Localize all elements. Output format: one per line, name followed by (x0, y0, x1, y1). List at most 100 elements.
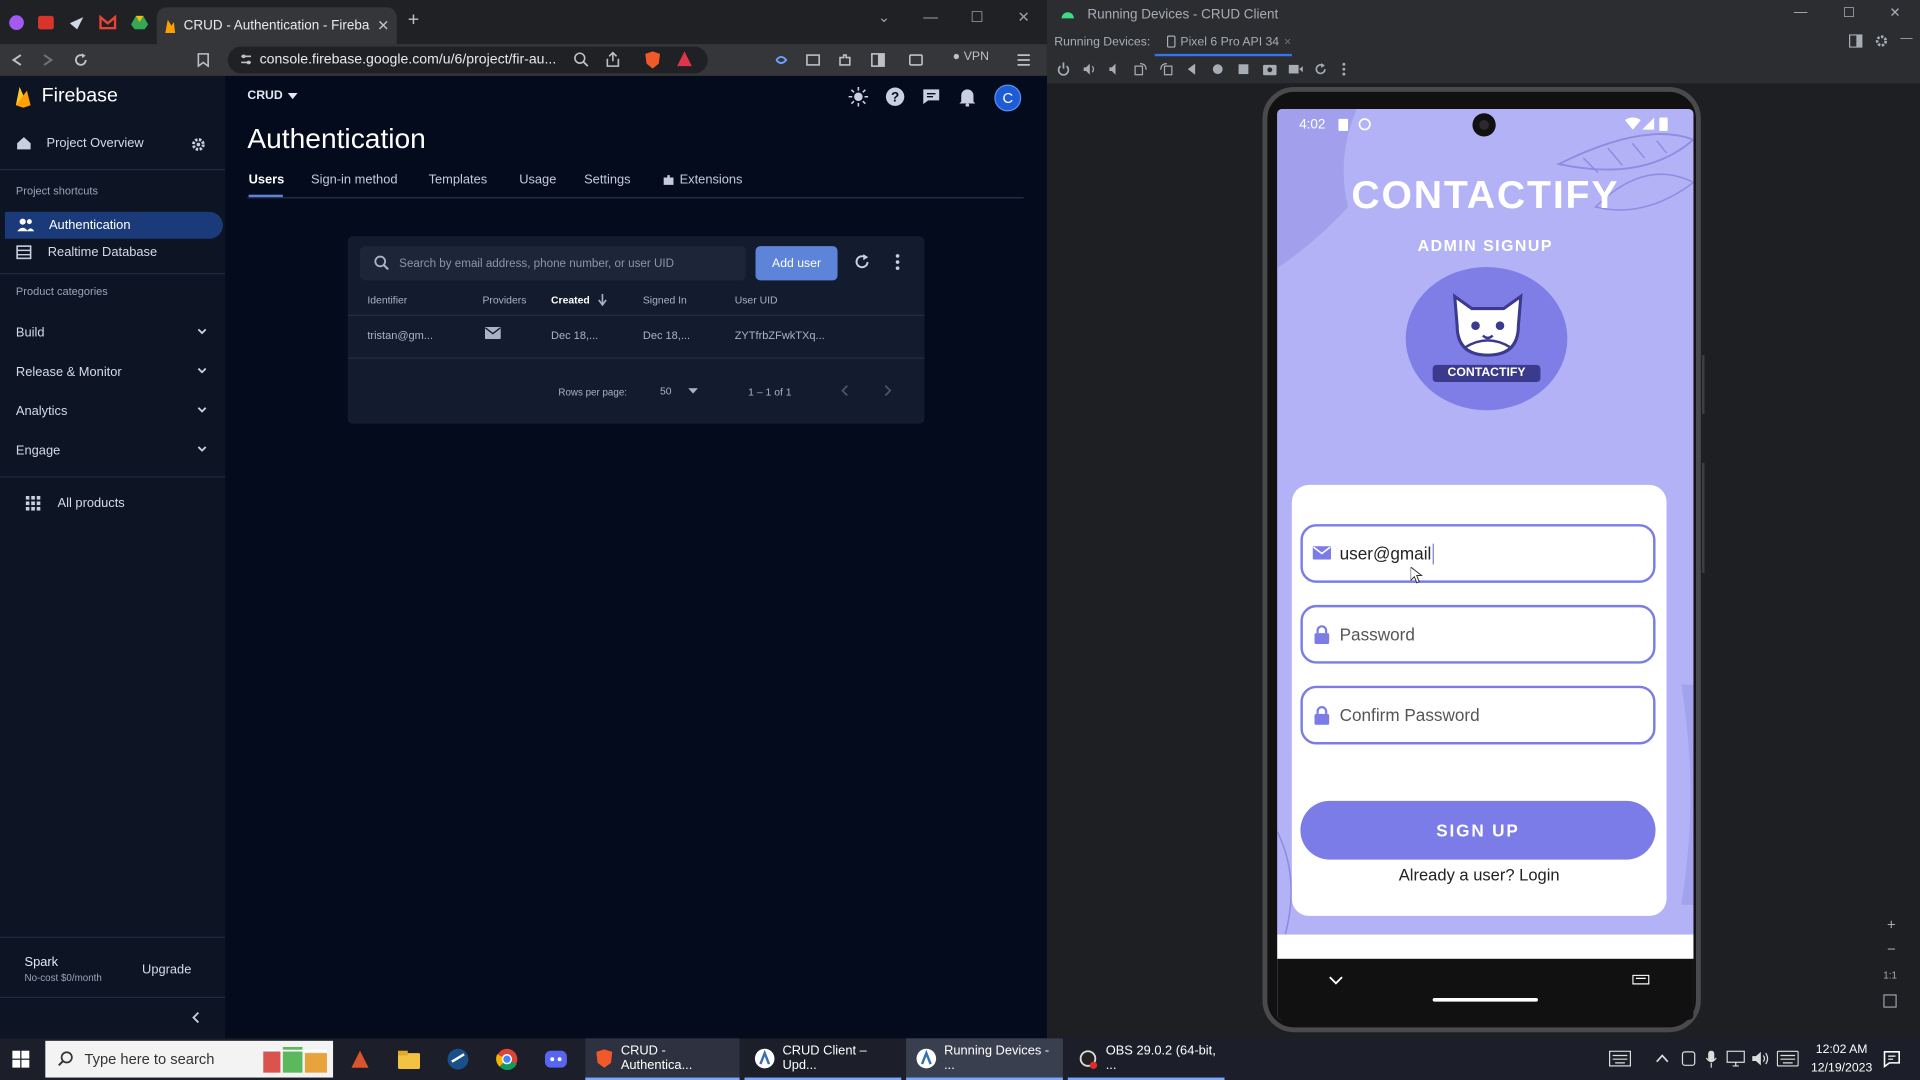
menu-icon[interactable] (1011, 48, 1035, 72)
app-game-icon[interactable] (345, 1044, 374, 1073)
steam-icon[interactable] (443, 1044, 472, 1073)
youtube-tab-icon[interactable] (33, 9, 57, 36)
column-header-created[interactable]: Created (551, 293, 607, 307)
drive-tab-icon[interactable] (127, 9, 151, 36)
column-header-user-uid[interactable]: User UID (735, 294, 778, 306)
all-products-link[interactable]: All products (25, 495, 125, 511)
taskbar-app-brave[interactable]: CRUD - Authentica... (585, 1038, 740, 1080)
theme-toggle-icon[interactable] (848, 86, 869, 107)
active-browser-tab[interactable]: CRUD - Authentication - Firebase ✕ (156, 7, 397, 45)
zoom-icon[interactable] (573, 51, 589, 67)
new-tab-icon[interactable]: + (408, 10, 419, 32)
column-header-providers[interactable]: Providers (482, 294, 526, 306)
extensions-puzzle-icon[interactable] (833, 48, 857, 72)
more-options-icon[interactable] (1342, 62, 1346, 76)
chrome-icon[interactable] (492, 1044, 521, 1073)
tab-search-icon[interactable]: ⌄ (869, 5, 898, 29)
screenshot-icon[interactable] (1262, 62, 1277, 76)
volume-up-icon[interactable] (1082, 62, 1095, 75)
rows-per-page-select[interactable]: 50 (660, 384, 699, 397)
address-bar[interactable]: console.firebase.google.com/u/6/project/… (227, 46, 708, 74)
confirm-password-input[interactable]: Confirm Password (1300, 685, 1656, 745)
close-window-icon[interactable]: ✕ (1009, 5, 1038, 29)
column-header-identifier[interactable]: Identifier (367, 294, 407, 306)
taskbar-app-running-devices[interactable]: Running Devices - ... (906, 1038, 1063, 1080)
help-icon[interactable]: ? (885, 87, 905, 107)
bookmark-icon[interactable] (191, 48, 215, 72)
studio-settings-icon[interactable] (1875, 34, 1888, 47)
next-page-icon[interactable] (883, 384, 893, 397)
sidebar-category-release-monitor[interactable]: Release & Monitor (0, 358, 225, 387)
refresh-icon[interactable] (853, 253, 870, 270)
layout-icon[interactable] (1848, 34, 1863, 48)
power-icon[interactable] (1057, 62, 1070, 76)
keyboard-switch-icon[interactable] (1632, 974, 1650, 987)
email-input[interactable]: user@gmail (1300, 524, 1656, 583)
volume-icon[interactable] (1751, 1051, 1769, 1067)
tab-users[interactable]: Users (249, 173, 285, 188)
tab-sign-in-method[interactable]: Sign-in method (311, 173, 397, 188)
zoom-in-icon[interactable]: + (1887, 916, 1896, 933)
previous-page-icon[interactable] (840, 384, 850, 397)
sidebar-item-realtime-database[interactable]: Realtime Database (16, 245, 157, 260)
screen-record-icon[interactable] (1288, 62, 1303, 75)
file-explorer-icon[interactable] (394, 1044, 423, 1073)
tab-usage[interactable]: Usage (519, 173, 556, 188)
password-input[interactable]: Password (1300, 604, 1656, 664)
device-tab-pixel-6-pro[interactable]: Pixel 6 Pro API 34 × (1154, 29, 1292, 57)
notifications-icon[interactable] (1883, 1051, 1900, 1068)
sidebar-item-authentication[interactable]: Authentication (4, 211, 223, 239)
sidebar-toggle-icon[interactable] (866, 48, 890, 72)
windows-start-icon[interactable] (6, 1044, 35, 1073)
share-icon[interactable] (605, 51, 621, 67)
tab-templates[interactable]: Templates (429, 173, 488, 188)
gesture-handle[interactable] (1432, 997, 1538, 1002)
add-user-button[interactable]: Add user (755, 246, 838, 281)
project-selector[interactable]: CRUD (247, 89, 298, 103)
taskbar-search-box[interactable]: Type here to search (45, 1040, 334, 1078)
sidebar-category-analytics[interactable]: Analytics (0, 397, 225, 426)
sidebar-category-build[interactable]: Build (0, 318, 225, 347)
studio-maximize-icon[interactable]: ☐ (1843, 5, 1855, 21)
tab-extensions[interactable]: Extensions (662, 173, 743, 187)
rotate-left-icon[interactable] (1134, 62, 1147, 76)
firebase-brand[interactable]: Firebase (15, 86, 118, 108)
zoom-out-icon[interactable]: − (1887, 940, 1896, 957)
home-button-icon[interactable] (1211, 62, 1224, 75)
studio-close-icon[interactable]: ✕ (1889, 5, 1900, 21)
column-header-signed-in[interactable]: Signed In (643, 294, 687, 306)
tab-settings[interactable]: Settings (584, 173, 630, 188)
login-link[interactable]: Already a user? Login (1292, 866, 1667, 884)
more-options-icon[interactable] (895, 253, 900, 271)
brave-shields-icon[interactable] (644, 50, 661, 70)
forward-icon[interactable] (36, 48, 60, 72)
actual-size-icon[interactable]: 1:1 (1883, 970, 1897, 981)
hide-panel-icon[interactable]: — (1900, 32, 1912, 45)
rotate-right-icon[interactable] (1160, 62, 1173, 76)
reload-icon[interactable] (69, 48, 93, 72)
overview-button-icon[interactable] (1237, 62, 1250, 75)
microphone-icon[interactable] (1705, 1050, 1717, 1068)
settings-gear-icon[interactable] (191, 137, 206, 152)
wallet-icon[interactable] (904, 48, 928, 72)
hide-keyboard-icon[interactable] (1329, 976, 1344, 986)
touch-keyboard-icon[interactable] (1776, 1050, 1799, 1067)
volume-down-icon[interactable] (1108, 62, 1121, 75)
show-hidden-icons-icon[interactable] (1656, 1053, 1669, 1063)
back-icon[interactable] (5, 48, 29, 72)
account-avatar[interactable]: C (994, 84, 1022, 112)
extension-icon-1[interactable] (801, 48, 825, 72)
taskbar-clock-time[interactable]: 12:02 AM (1810, 1043, 1874, 1056)
network-icon[interactable] (1726, 1050, 1745, 1067)
site-info-icon[interactable] (240, 53, 252, 66)
table-row[interactable]: tristan@gm... Dec 18,... Dec 18,... ZYTf… (348, 316, 925, 356)
taskbar-app-android-studio[interactable]: CRUD Client – Upd... (744, 1038, 902, 1080)
fit-screen-icon[interactable] (1883, 994, 1897, 1008)
close-tab-icon[interactable]: ✕ (377, 17, 389, 34)
brave-rewards-icon[interactable] (676, 50, 693, 67)
sign-up-button[interactable]: SIGN UP (1300, 800, 1656, 860)
back-button-icon[interactable] (1185, 62, 1197, 75)
keyboard-layout-icon[interactable] (1608, 1050, 1632, 1067)
sidebar-category-engage[interactable]: Engage (0, 436, 225, 465)
minimize-icon[interactable]: — (916, 5, 945, 29)
